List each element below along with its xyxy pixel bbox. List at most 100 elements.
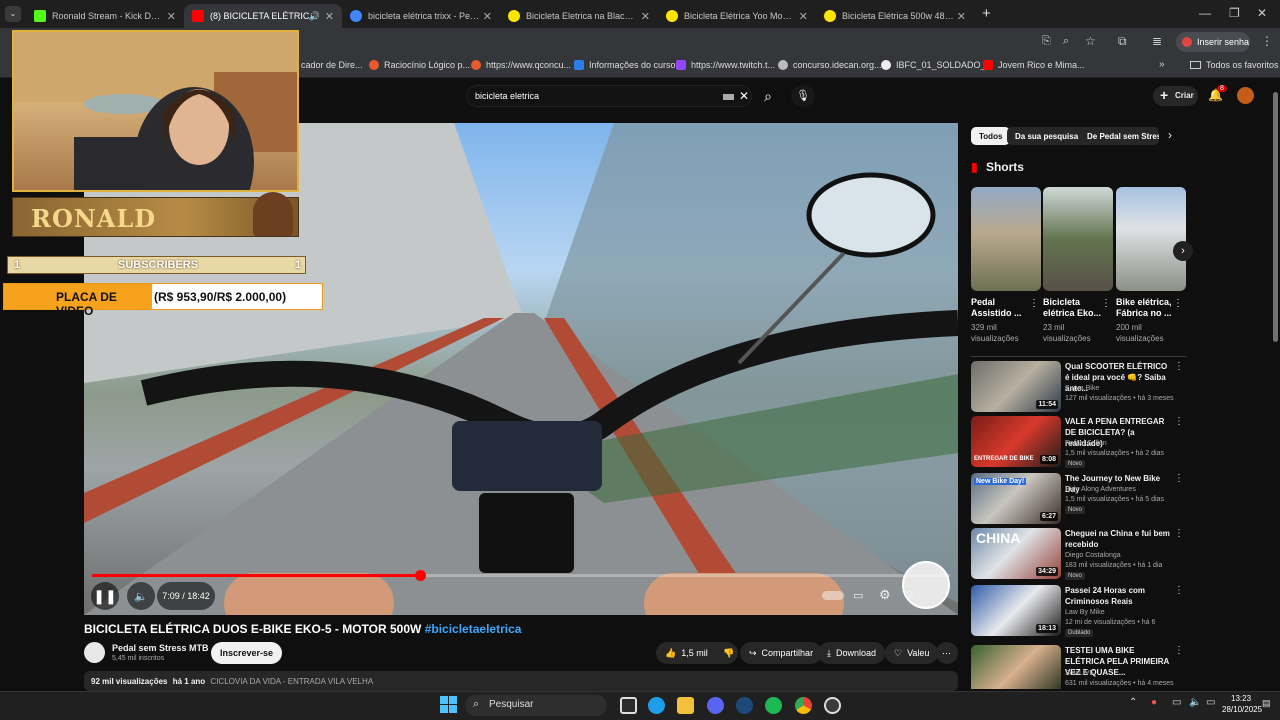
thanks-button[interactable]: ♡ Valeu (885, 642, 939, 664)
short-title[interactable]: Bicicleta elétrica Eko... (1043, 297, 1103, 319)
media-control-icon[interactable]: ≣ (1152, 34, 1162, 48)
all-favorites-button[interactable]: Todos os favoritos (1190, 60, 1279, 70)
close-icon[interactable]: ✕ (799, 10, 808, 23)
progress-bar[interactable] (92, 570, 950, 581)
new-tab-button[interactable]: + (982, 5, 991, 22)
network-icon[interactable]: ▭ (1172, 697, 1181, 708)
download-button[interactable]: ⤓ Download (818, 642, 886, 664)
bookmark-item[interactable]: concurso.idecan.org... (778, 60, 882, 70)
more-bookmarks-icon[interactable]: » (1159, 59, 1165, 70)
rec-more-icon[interactable]: ⋮ (1174, 361, 1184, 372)
short-more-icon[interactable]: ⋮ (1029, 298, 1039, 309)
notifications-button[interactable]: 🔔 8 (1208, 85, 1227, 102)
restore-icon[interactable]: ❐ (1229, 6, 1240, 20)
tray-expand-icon[interactable]: ⌃ (1129, 697, 1137, 708)
chips-next-icon[interactable]: › (1168, 128, 1172, 142)
tab-google-search[interactable]: bicicleta elétrica trixx - Pesquis ✕ (342, 4, 500, 28)
clock-time[interactable]: 13:23 (1231, 694, 1251, 703)
tab-list-button[interactable]: ⌄ (5, 6, 21, 22)
taskbar-search[interactable]: ⌕ Pesquisar (465, 695, 607, 716)
close-icon[interactable]: ✕ (325, 10, 334, 23)
tab-kick[interactable]: Roonald Stream - Kick Dashbo ✕ (26, 4, 184, 28)
rec-more-icon[interactable]: ⋮ (1174, 473, 1184, 484)
discord-icon[interactable] (707, 697, 724, 714)
avatar[interactable] (1237, 87, 1254, 104)
task-view-icon[interactable] (620, 697, 637, 714)
install-icon[interactable]: ⎘ (1042, 35, 1051, 48)
keyboard-icon[interactable] (723, 94, 734, 100)
recommended-video[interactable]: 18:13 Passei 24 Horas com Criminosos Rea… (971, 585, 1186, 637)
channel-name[interactable]: Pedal sem Stress MTB (112, 643, 209, 653)
chip-from-search[interactable]: Da sua pesquisa (1007, 127, 1087, 145)
settings-gear-icon[interactable]: ⚙ (879, 587, 891, 603)
rec-more-icon[interactable]: ⋮ (1174, 585, 1184, 596)
progress-scrubber[interactable] (414, 570, 426, 581)
recommended-video[interactable]: TESTEI UMA BIKE ELÉTRICA PELA PRIMEIRA V… (971, 645, 1186, 689)
recommended-video[interactable]: 11:54 Qual SCOOTER ELÉTRICO é ideal pra … (971, 361, 1186, 413)
share-button[interactable]: ↪ Compartilhar (740, 642, 823, 664)
voice-search-button[interactable]: 🎙 (791, 85, 815, 107)
close-icon[interactable]: ✕ (483, 10, 492, 23)
start-button[interactable] (440, 696, 457, 713)
clock-date[interactable]: 28/10/2025 (1222, 705, 1262, 714)
search-input[interactable]: bicicleta eletrica ✕ (466, 85, 752, 107)
clear-search-icon[interactable]: ✕ (739, 89, 749, 103)
tab-ml-3[interactable]: Bicicleta Elétrica 500w 48v Mini✕ (816, 4, 974, 28)
page-scrollbar[interactable] (1271, 80, 1280, 691)
volume-button[interactable]: 🔈 (127, 582, 155, 610)
bookmark-star-icon[interactable]: ☆ (1085, 34, 1096, 48)
scrollbar-thumb[interactable] (1273, 92, 1278, 342)
recommended-video[interactable]: ENTREGAR DE BIKE 8:08 VALE A PENA ENTREG… (971, 416, 1186, 468)
search-button[interactable]: ⌕ (753, 85, 783, 107)
obs-icon[interactable] (824, 697, 841, 714)
bookmark-item[interactable]: Jovem Rico e Mima... (983, 60, 1085, 70)
create-button[interactable]: + Criar (1153, 86, 1198, 106)
short-thumbnail[interactable] (1043, 187, 1113, 291)
short-more-icon[interactable]: ⋮ (1173, 298, 1183, 309)
menu-kebab-icon[interactable]: ⋮ (1261, 34, 1273, 48)
channel-avatar[interactable] (84, 642, 105, 663)
notification-center-icon[interactable]: ▤ (1262, 698, 1271, 709)
short-title[interactable]: Bike elétrica, Fábrica no ... (1116, 297, 1176, 319)
spotify-icon[interactable] (765, 697, 782, 714)
close-icon[interactable]: ✕ (957, 10, 966, 23)
edge-icon[interactable] (648, 697, 665, 714)
battery-icon[interactable]: ▭ (1206, 697, 1215, 708)
dislike-button[interactable]: 👎 (714, 642, 738, 664)
chip-all[interactable]: Todos (971, 127, 1011, 145)
bookmark-item[interactable]: cador de Dire... (301, 60, 363, 70)
bookmark-item[interactable]: Informações do curso (574, 60, 676, 70)
tab-ml-1[interactable]: Bicicleta Eletrica na Black Frida✕ (500, 4, 658, 28)
short-thumbnail[interactable] (971, 187, 1041, 291)
window-close-icon[interactable]: ✕ (1257, 6, 1267, 20)
bookmark-item[interactable]: Raciocínio Lógico p... (369, 60, 470, 70)
bookmark-item[interactable]: https://www.twitch.t... (676, 60, 775, 70)
like-button[interactable]: 👍 1,5 mil (656, 642, 714, 664)
tab-youtube-active[interactable]: (8) BICICLETA ELÉTRICA DU 🔊 ✕ (184, 4, 342, 28)
speaker-icon[interactable]: 🔊 (309, 11, 320, 22)
chrome-icon[interactable] (795, 697, 812, 714)
steam-icon[interactable] (736, 697, 753, 714)
recommended-video[interactable]: CHINA 34:29 Cheguei na China e fui bem r… (971, 528, 1186, 580)
short-title[interactable]: Pedal Assistido ... (971, 297, 1031, 319)
tab-ml-2[interactable]: Bicicleta Elétrica Yoo Mobility V✕ (658, 4, 816, 28)
autoplay-toggle[interactable] (822, 591, 844, 600)
rec-more-icon[interactable]: ⋮ (1174, 416, 1184, 427)
close-icon[interactable]: ✕ (167, 10, 176, 23)
bookmark-item[interactable]: https://www.qconcu... (471, 60, 571, 70)
short-more-icon[interactable]: ⋮ (1101, 298, 1111, 309)
minimize-icon[interactable]: — (1199, 6, 1211, 20)
hashtag-link[interactable]: #bicicletaeletrica (425, 622, 522, 636)
extensions-icon[interactable]: ⧉ (1118, 34, 1127, 49)
bookmark-item[interactable]: IBFC_01_SOLDADO_... (881, 60, 993, 70)
play-pause-button[interactable]: ❚❚ (91, 582, 119, 610)
zoom-icon[interactable]: ⌕ (1063, 35, 1069, 48)
shorts-next-button[interactable]: › (1173, 241, 1193, 261)
short-thumbnail[interactable] (1116, 187, 1186, 291)
mic-icon[interactable]: ● (1151, 697, 1157, 708)
volume-icon[interactable]: 🔈 (1189, 697, 1201, 708)
miniplayer-icon[interactable]: ⧉ (905, 589, 913, 602)
recommended-video[interactable]: New Bike Day! 6:27 The Journey to New Bi… (971, 473, 1186, 525)
subtitles-icon[interactable]: ▭ (853, 589, 863, 602)
description-box[interactable]: 92 mil visualizações há 1 ano CICLOVIA D… (84, 671, 958, 691)
